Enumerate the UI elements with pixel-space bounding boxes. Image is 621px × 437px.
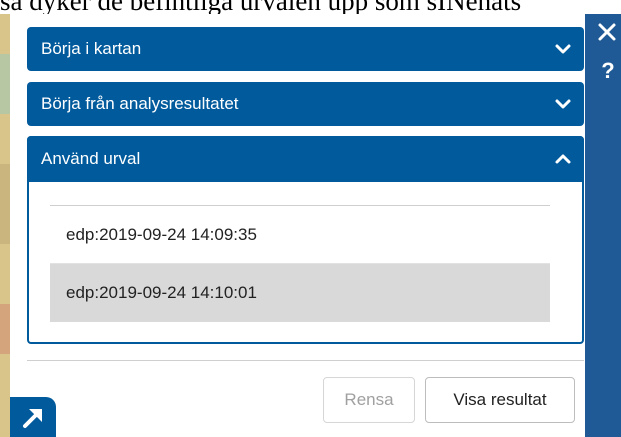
close-icon[interactable] xyxy=(597,22,617,42)
selection-item-selected[interactable]: edp:2019-09-24 14:10:01 xyxy=(50,264,550,322)
accordion-header-use-selection[interactable]: Använd urval xyxy=(27,136,584,182)
accordion-label: Börja från analysresultatet xyxy=(41,94,239,113)
clear-button[interactable]: Rensa xyxy=(323,377,415,423)
map-edge xyxy=(0,14,10,437)
selection-item[interactable]: edp:2019-09-24 14:09:35 xyxy=(50,206,550,264)
chevron-down-icon xyxy=(555,44,571,54)
help-icon[interactable]: ? xyxy=(599,58,617,84)
accordion-header-start-in-map[interactable]: Börja i kartan xyxy=(27,27,584,71)
expand-button[interactable] xyxy=(10,397,56,437)
selection-list: edp:2019-09-24 14:09:35 edp:2019-09-24 1… xyxy=(50,205,550,322)
accordion-section-use-selection: Använd urval edp:2019-09-24 14:09:35 edp… xyxy=(27,136,584,344)
chevron-down-icon xyxy=(555,99,571,109)
accordion-label: Använd urval xyxy=(41,149,141,168)
selection-panel: Börja i kartan Börja från analysresultat… xyxy=(10,14,585,437)
accordion-label: Börja i kartan xyxy=(41,39,142,58)
chevron-up-icon xyxy=(555,154,571,164)
expand-arrow-icon xyxy=(23,409,42,428)
show-results-button[interactable]: Visa resultat xyxy=(425,377,575,423)
divider xyxy=(27,360,584,361)
accordion-header-start-from-analysis[interactable]: Börja från analysresultatet xyxy=(27,82,584,126)
